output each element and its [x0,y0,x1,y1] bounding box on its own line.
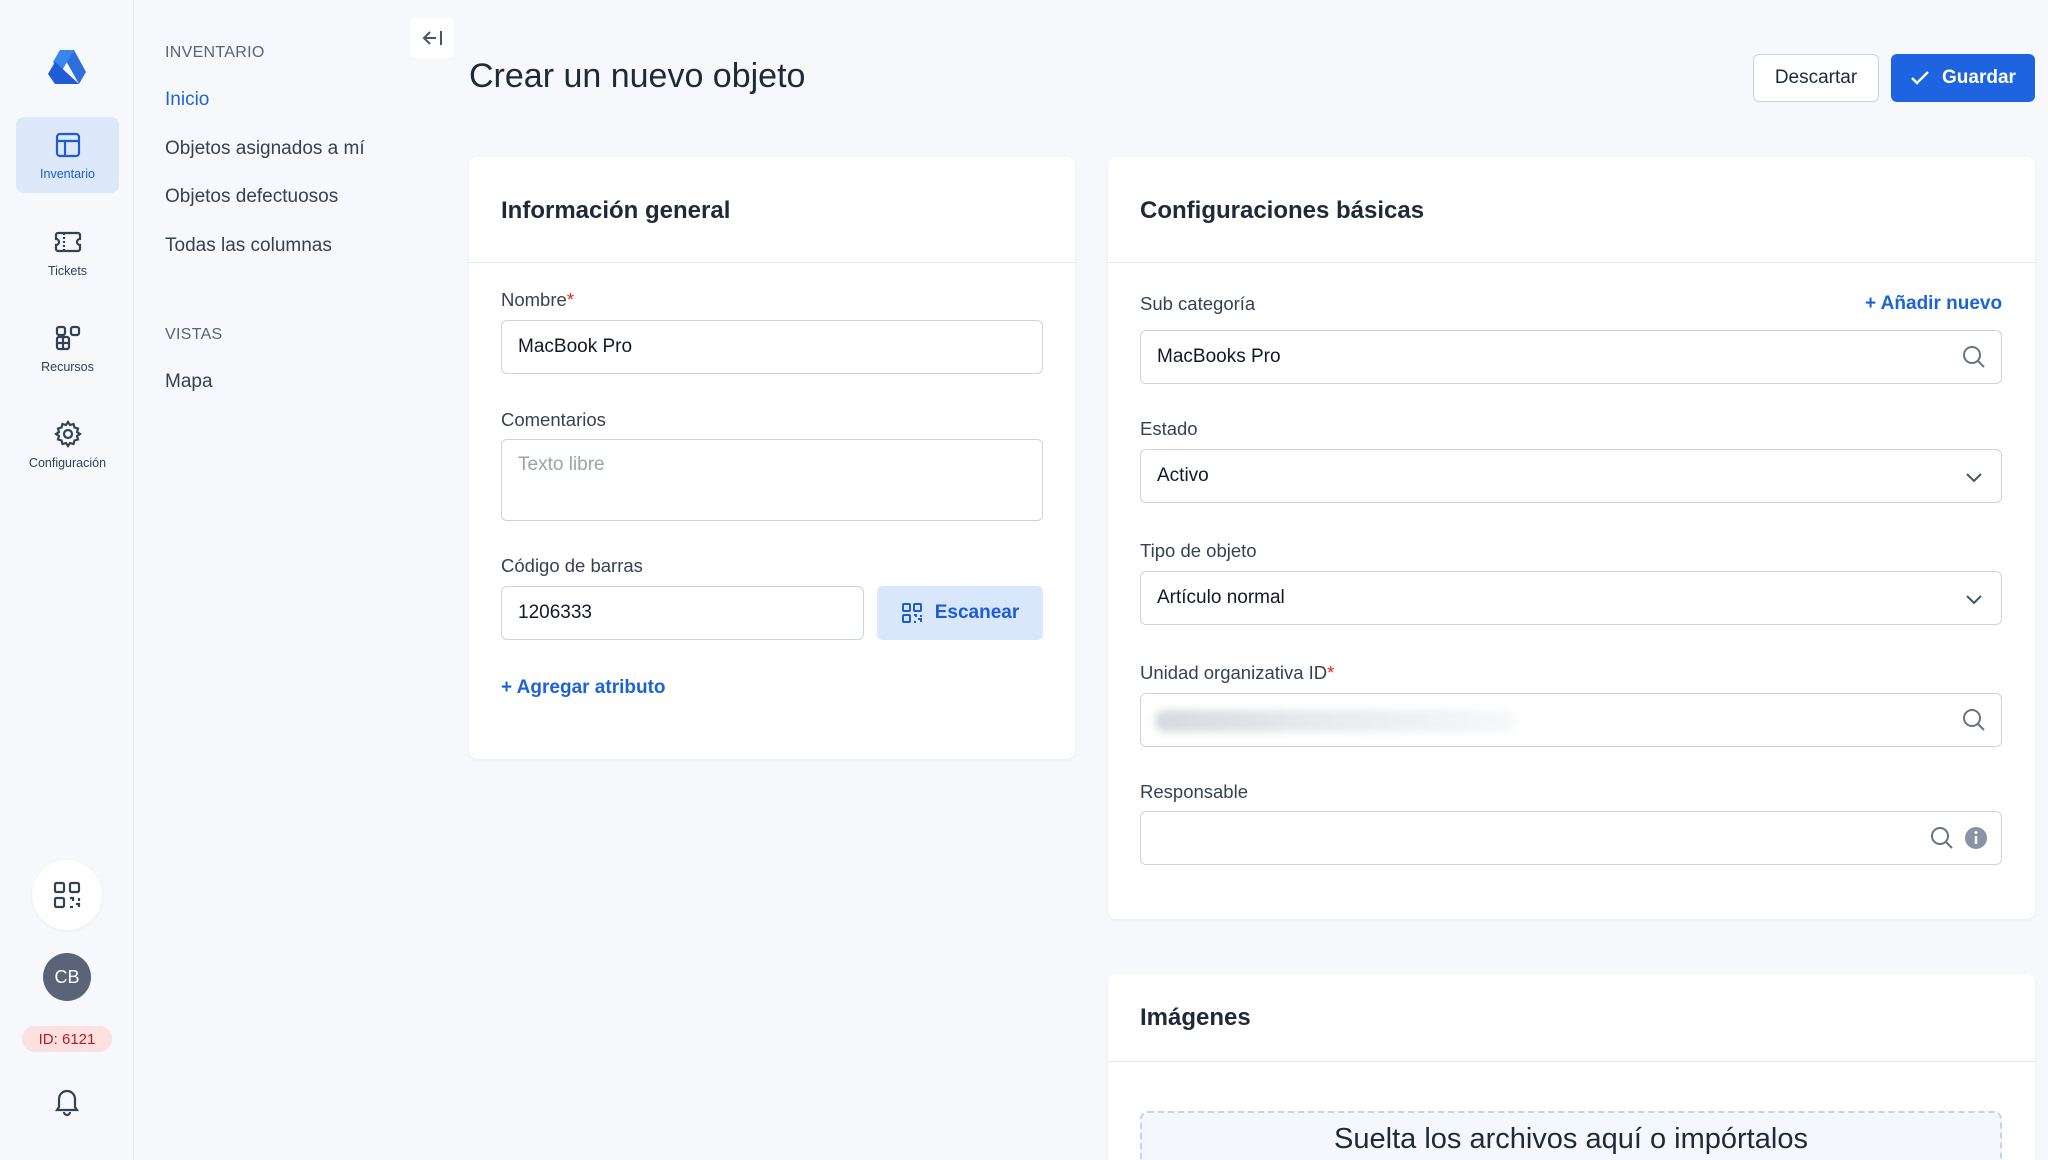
required-asterisk: * [566,289,575,310]
subcategory-label: Sub categoría [1140,293,1256,314]
subcategory-input[interactable]: MacBooks Pro [1140,330,2002,384]
collapse-sidebar-button[interactable] [410,18,454,58]
bell-icon[interactable] [51,1085,83,1117]
dropzone-text: Suelta los archivos aquí o impórtalos [1334,1123,1808,1155]
page-title: Crear un nuevo objeto [469,57,806,95]
required-asterisk: * [1327,662,1335,683]
name-input[interactable]: MacBook Pro [501,320,1043,374]
rail-item-inventario[interactable]: Inventario [16,117,119,193]
search-icon [1931,827,1953,849]
status-select[interactable]: Activo [1140,449,2002,503]
object-type-select[interactable]: Artículo normal [1140,571,2002,625]
object-type-value: Artículo normal [1157,587,1285,608]
barcode-label: Código de barras [501,555,643,576]
search-icon [1963,709,1985,731]
icon-rail: Inventario Tickets Recursos Configuració… [0,0,134,1160]
add-new-link[interactable]: + Añadir nuevo [1865,293,2002,315]
org-unit-label: Unidad organizativa ID* [1140,662,1335,683]
org-unit-input[interactable] [1140,693,2002,747]
object-type-label: Tipo de objeto [1140,540,1257,561]
name-label: Nombre* [501,289,575,310]
qr-code-icon [53,881,81,909]
discard-button-label: Descartar [1774,67,1858,88]
nav-link-inicio[interactable]: Inicio [165,89,209,111]
status-value: Activo [1157,465,1209,486]
rail-label: Inventario [40,167,95,181]
scan-button-label: Escanear [934,602,1020,623]
rail-label: Configuración [28,456,107,470]
avatar[interactable]: CB [43,953,91,1001]
discard-button[interactable]: Descartar [1753,54,1879,102]
responsible-label: Responsable [1140,781,1248,802]
comments-textarea[interactable]: Texto libre [501,439,1043,521]
card-title: Configuraciones básicas [1140,197,1425,224]
barcode-input[interactable]: 1206333 [501,586,864,640]
search-icon [1963,346,1985,368]
section-title-vistas: VISTAS [165,326,223,343]
basic-config-card: Configuraciones básicas Sub categoría + … [1108,157,2035,919]
apps-icon [55,325,80,351]
qr-code-icon [901,603,922,623]
nav-link-defectuosos[interactable]: Objetos defectuosos [165,186,338,208]
qr-scan-button[interactable] [32,860,102,930]
divider [1108,1061,2035,1062]
responsible-input[interactable] [1140,811,2002,865]
section-title-inventario: INVENTARIO [165,44,265,61]
divider [1108,262,2035,263]
subcategory-value: MacBooks Pro [1157,346,1281,367]
check-icon [1911,71,1929,85]
gear-icon [53,420,82,448]
app-logo-icon[interactable] [46,48,88,88]
card-title: Información general [501,197,731,224]
rail-label: Tickets [47,264,88,278]
general-info-card: Información general Nombre* MacBook Pro … [469,157,1075,759]
status-label: Estado [1140,418,1198,439]
chevron-down-icon [1966,595,1982,605]
rail-item-recursos[interactable]: Recursos [16,310,119,386]
secondary-nav: INVENTARIO Inicio Objetos asignados a mí… [135,0,455,1160]
redacted-value [1155,710,1515,732]
nav-link-asignados[interactable]: Objetos asignados a mí [165,138,365,160]
nav-link-mapa[interactable]: Mapa [165,371,213,393]
table-icon [55,132,80,158]
rail-item-configuracion[interactable]: Configuración [16,406,119,482]
save-button[interactable]: Guardar [1891,54,2035,102]
card-title: Imágenes [1140,1004,1251,1031]
scan-button[interactable]: Escanear [877,586,1043,640]
rail-label: Recursos [41,360,94,374]
divider [469,262,1075,263]
rail-item-tickets[interactable]: Tickets [16,214,119,290]
info-icon[interactable] [1963,825,1989,851]
file-dropzone[interactable]: Suelta los archivos aquí o impórtalos [1140,1111,2002,1160]
chevron-down-icon [1966,473,1982,483]
add-attribute-link[interactable]: + Agregar atributo [501,677,666,699]
id-badge: ID: 6121 [22,1026,112,1052]
nav-link-todas-columnas[interactable]: Todas las columnas [165,235,332,257]
images-card: Imágenes Suelta los archivos aquí o impó… [1108,974,2035,1160]
save-button-label: Guardar [1942,67,2016,88]
collapse-left-icon [422,31,442,45]
ticket-icon [54,231,81,253]
comments-label: Comentarios [501,409,606,430]
